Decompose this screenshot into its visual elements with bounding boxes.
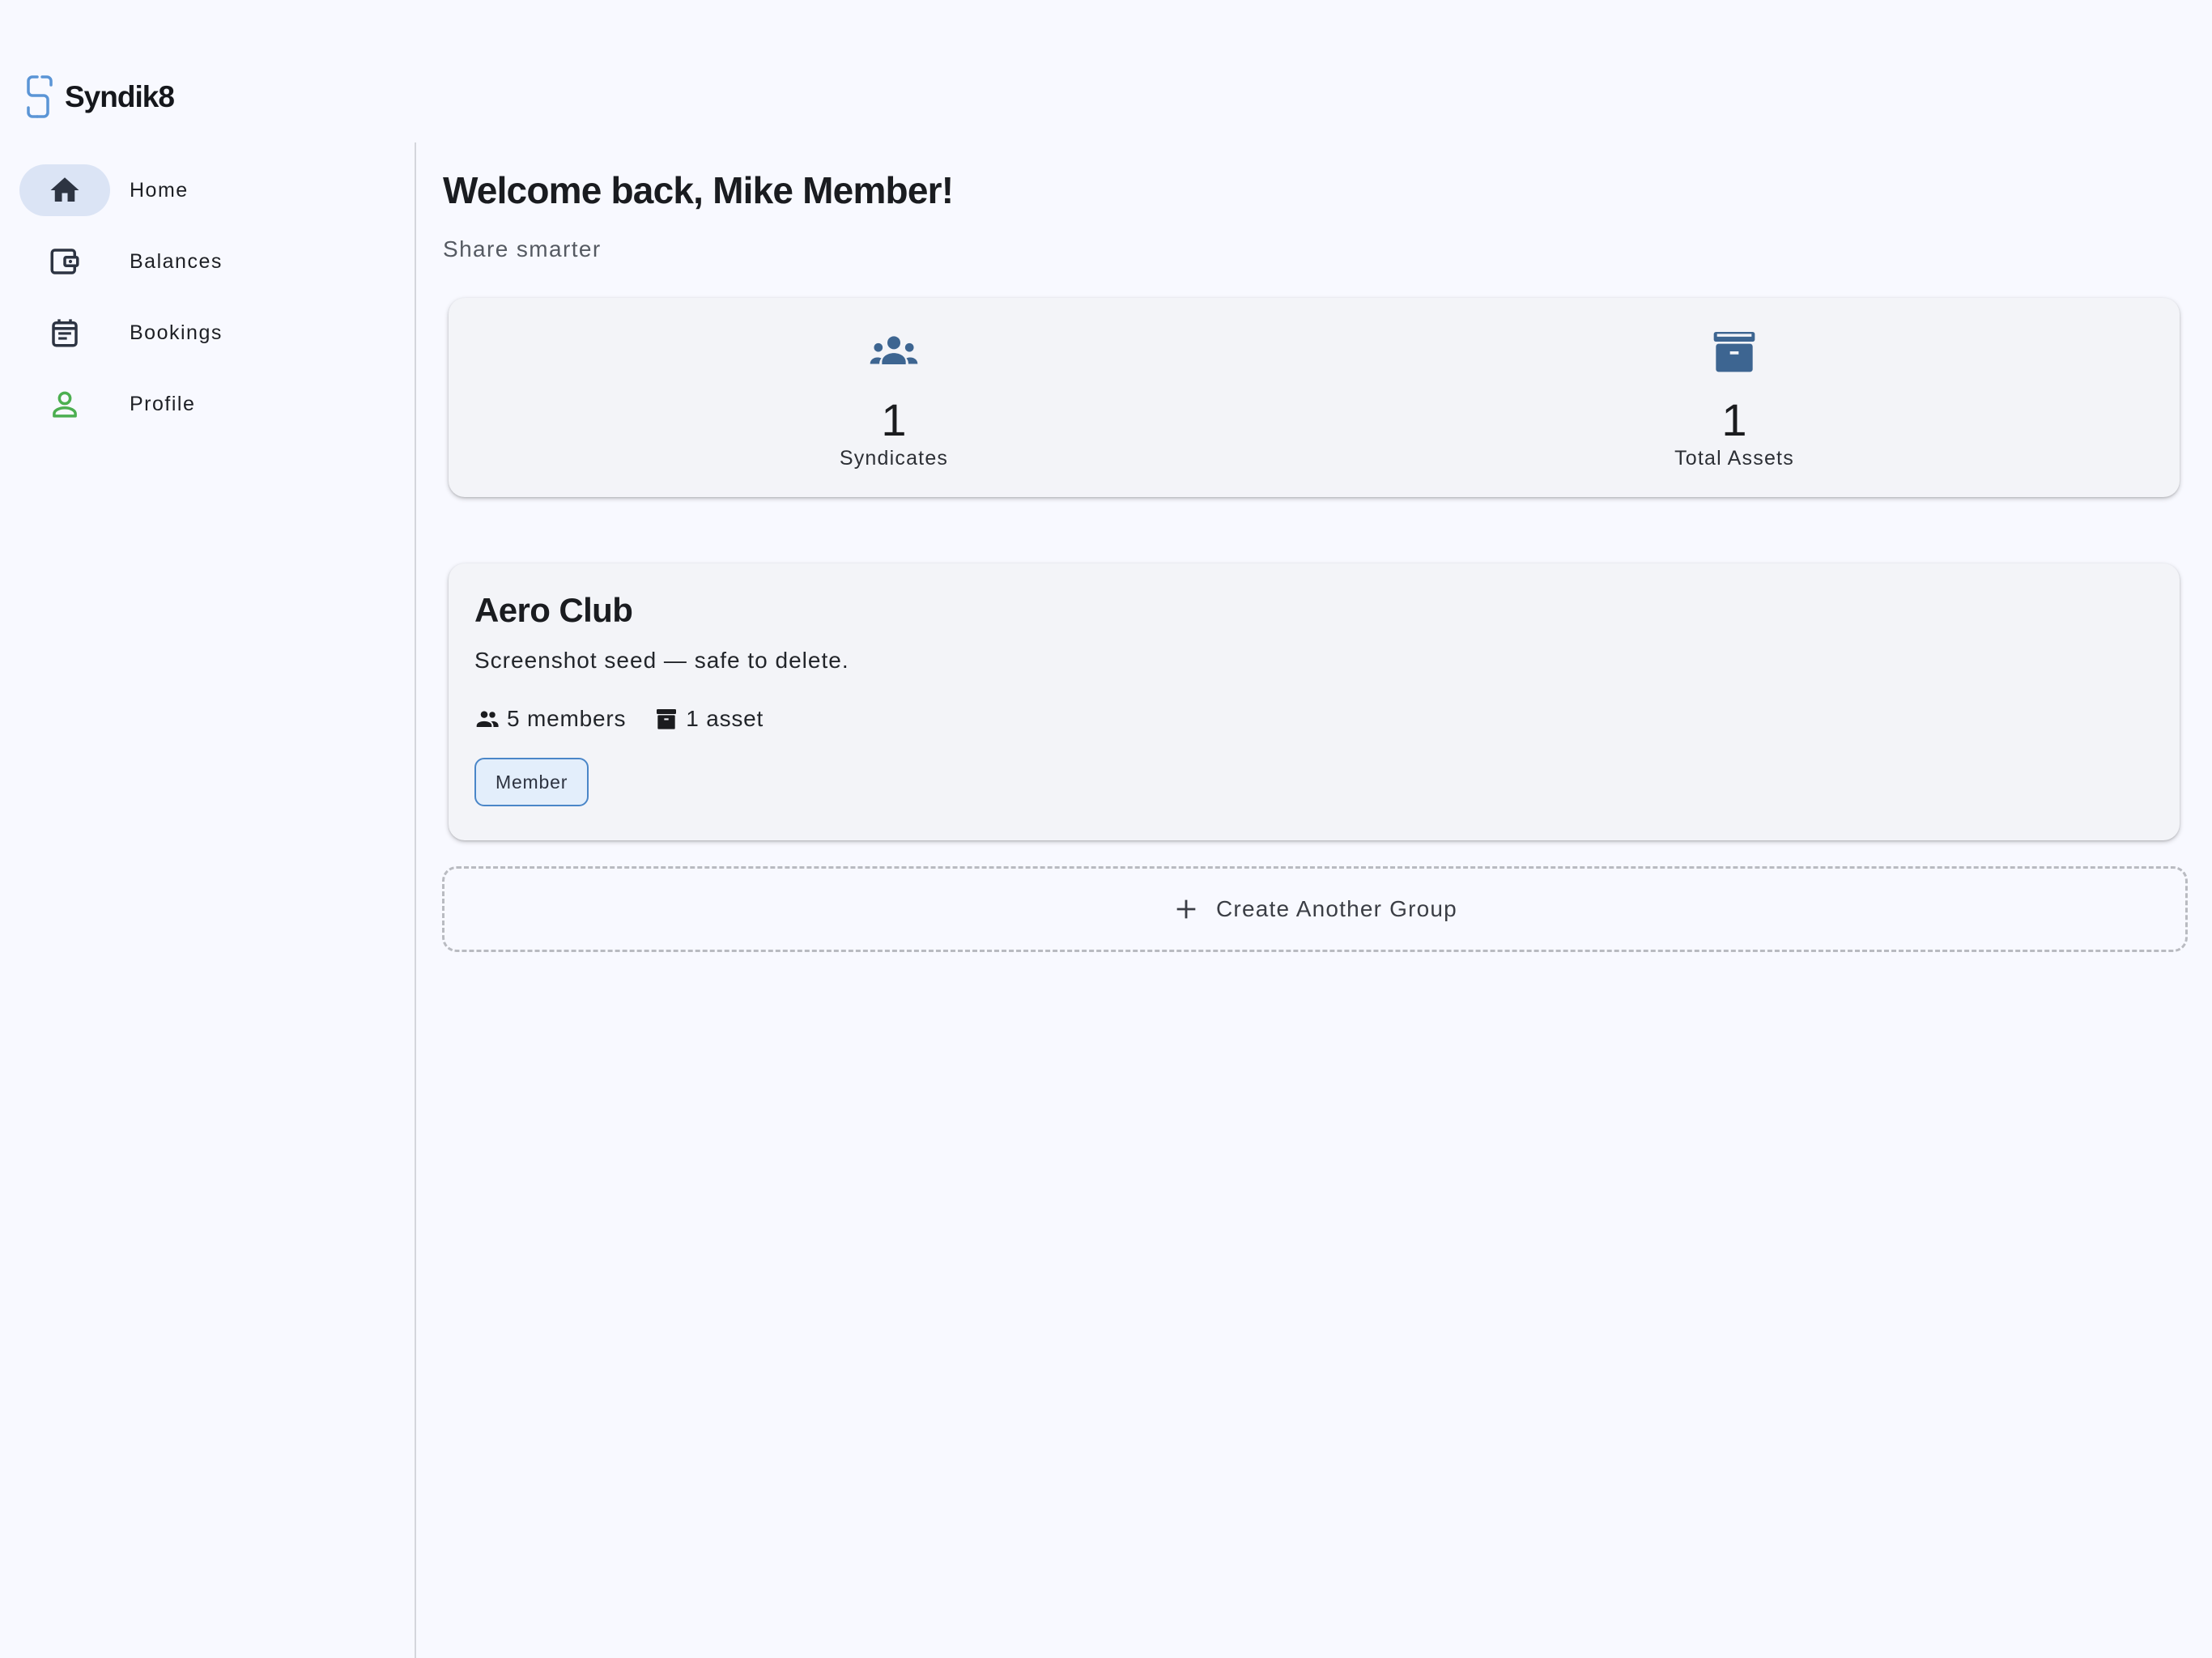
people-icon [476, 711, 499, 727]
stat-value: 1 [881, 394, 907, 445]
brand-name: Syndik8 [65, 80, 175, 113]
brand-logo-icon [27, 75, 53, 118]
sidebar-item-label: Balances [130, 250, 223, 273]
stat-label: Total Assets [1674, 447, 1794, 470]
group-assets-count: 1 asset [686, 706, 764, 731]
create-group-button[interactable]: Create Another Group [442, 866, 2188, 952]
page-title: Welcome back, Mike Member! [443, 169, 954, 211]
group-members-count: 5 members [507, 706, 627, 731]
sidebar-divider [415, 142, 416, 1658]
brand[interactable]: Syndik8 [26, 71, 175, 123]
sidebar: Syndik8 Home Balances Bookings Profile [0, 0, 415, 1658]
home-icon [50, 177, 79, 202]
create-group-label: Create Another Group [1216, 896, 1457, 921]
archive-icon [1713, 332, 1755, 372]
page-subtitle: Share smarter [443, 236, 602, 261]
plus-icon [1176, 899, 1196, 919]
calendar-icon [52, 319, 78, 347]
stat-value: 1 [1721, 394, 1747, 445]
group-card[interactable]: Aero Club Screenshot seed — safe to dele… [449, 563, 2180, 840]
stat-label: Syndicates [839, 447, 949, 470]
group-description: Screenshot seed — safe to delete. [474, 648, 849, 673]
nav-pill-profile [19, 378, 110, 430]
sidebar-item-bookings[interactable]: Bookings [0, 307, 415, 378]
group-title: Aero Club [474, 591, 633, 629]
person-icon [53, 391, 77, 418]
nav-pill-home [19, 164, 110, 216]
group-meta: 5 members 1 asset [474, 703, 764, 735]
role-chip: Member [474, 758, 589, 806]
sidebar-item-balances[interactable]: Balances [0, 236, 415, 307]
sidebar-item-profile[interactable]: Profile [0, 378, 415, 449]
nav-pill-bookings [19, 307, 110, 359]
groups-icon [870, 336, 918, 364]
stats-card: 1 Syndicates 1 Total Assets [449, 298, 2180, 497]
sidebar-item-label: Profile [130, 393, 196, 415]
archive-icon [657, 709, 677, 729]
nav-pill-balances [19, 236, 110, 287]
sidebar-nav: Home Balances Bookings Profile [0, 164, 415, 449]
app-root: Syndik8 Home Balances Bookings Profile W… [0, 0, 2212, 1658]
sidebar-item-label: Bookings [130, 321, 223, 344]
sidebar-item-home[interactable]: Home [0, 164, 415, 236]
sidebar-item-label: Home [130, 179, 189, 202]
wallet-icon [50, 249, 79, 274]
